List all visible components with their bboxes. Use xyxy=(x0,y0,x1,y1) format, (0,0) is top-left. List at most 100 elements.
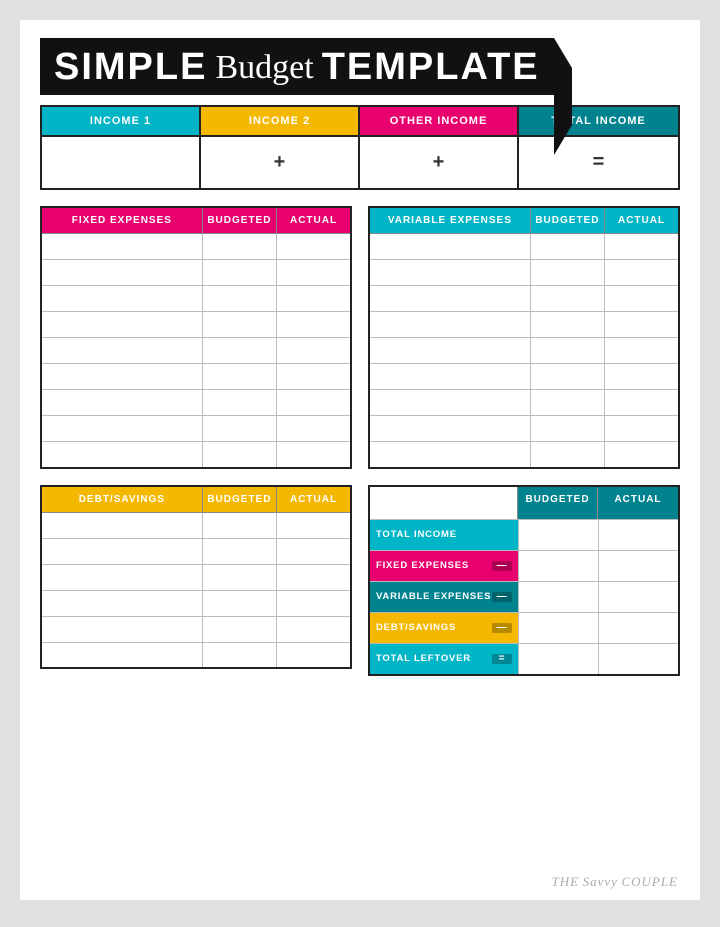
income-equals: = xyxy=(519,137,678,188)
fixed-expense-cell[interactable] xyxy=(202,442,276,468)
summary-budgeted-cell[interactable] xyxy=(518,520,598,550)
summary-budgeted-cell[interactable] xyxy=(518,551,598,581)
variable-expense-cell[interactable] xyxy=(605,442,679,468)
variable-expense-cell[interactable] xyxy=(369,312,530,338)
variable-expense-cell[interactable] xyxy=(369,260,530,286)
fixed-expense-cell[interactable] xyxy=(202,416,276,442)
fixed-expense-cell[interactable] xyxy=(277,312,351,338)
variable-expense-cell[interactable] xyxy=(530,442,604,468)
summary-actual-cell[interactable] xyxy=(598,582,678,612)
summary-actual-cell[interactable] xyxy=(598,644,678,674)
variable-expense-cell[interactable] xyxy=(369,390,530,416)
debt-savings-cell[interactable] xyxy=(277,616,351,642)
debt-savings-cell[interactable] xyxy=(202,590,276,616)
variable-actual-col-header: ACTUAL xyxy=(605,207,679,234)
main-expenses-section: FIXED EXPENSES BUDGETED ACTUAL VARIABLE … xyxy=(40,206,680,469)
debt-savings-cell[interactable] xyxy=(202,512,276,538)
fixed-expense-cell[interactable] xyxy=(277,390,351,416)
fixed-expense-cell[interactable] xyxy=(41,442,202,468)
summary-actual-cell[interactable] xyxy=(598,613,678,643)
variable-expense-cell[interactable] xyxy=(369,338,530,364)
fixed-expenses-table: FIXED EXPENSES BUDGETED ACTUAL xyxy=(40,206,352,469)
variable-expense-cell[interactable] xyxy=(605,234,679,260)
variable-expense-cell[interactable] xyxy=(530,260,604,286)
variable-expense-cell[interactable] xyxy=(369,442,530,468)
variable-expense-cell[interactable] xyxy=(530,364,604,390)
debt-savings-cell[interactable] xyxy=(41,538,202,564)
fixed-expense-cell[interactable] xyxy=(202,338,276,364)
fixed-expense-cell[interactable] xyxy=(41,286,202,312)
summary-budgeted-cell[interactable] xyxy=(518,582,598,612)
variable-expense-cell[interactable] xyxy=(369,364,530,390)
summary-row-label: TOTAL INCOME xyxy=(370,520,518,550)
fixed-expense-cell[interactable] xyxy=(41,312,202,338)
fixed-expense-cell[interactable] xyxy=(277,260,351,286)
fixed-expense-cell[interactable] xyxy=(277,364,351,390)
fixed-expense-cell[interactable] xyxy=(41,338,202,364)
fixed-expense-cell[interactable] xyxy=(41,364,202,390)
debt-savings-cell[interactable] xyxy=(277,512,351,538)
debt-savings-cell[interactable] xyxy=(41,590,202,616)
variable-expense-cell[interactable] xyxy=(530,312,604,338)
debt-savings-table: DEBT/SAVINGS BUDGETED ACTUAL xyxy=(40,485,352,670)
debt-savings-cell[interactable] xyxy=(202,642,276,668)
fixed-expense-cell[interactable] xyxy=(277,416,351,442)
debt-savings-cell[interactable] xyxy=(277,564,351,590)
watermark-suffix: COUPLE xyxy=(621,874,678,889)
fixed-expense-row xyxy=(41,312,351,338)
debt-savings-cell[interactable] xyxy=(277,538,351,564)
fixed-expense-cell[interactable] xyxy=(277,234,351,260)
income-input-row: + + = xyxy=(40,137,680,190)
variable-expense-cell[interactable] xyxy=(605,260,679,286)
variable-expense-cell[interactable] xyxy=(369,234,530,260)
summary-badge: — xyxy=(492,592,512,602)
variable-expense-cell[interactable] xyxy=(605,312,679,338)
fixed-expense-cell[interactable] xyxy=(41,416,202,442)
income1-value[interactable] xyxy=(42,137,201,188)
summary-badge: — xyxy=(492,623,512,633)
fixed-expense-cell[interactable] xyxy=(202,234,276,260)
debt-savings-cell[interactable] xyxy=(41,642,202,668)
fixed-expense-cell[interactable] xyxy=(202,390,276,416)
variable-expense-cell[interactable] xyxy=(369,416,530,442)
fixed-expense-cell[interactable] xyxy=(41,234,202,260)
debt-savings-cell[interactable] xyxy=(202,538,276,564)
debt-savings-cell[interactable] xyxy=(202,564,276,590)
variable-expense-cell[interactable] xyxy=(605,338,679,364)
summary-actual-cell[interactable] xyxy=(598,520,678,550)
fixed-expense-cell[interactable] xyxy=(41,390,202,416)
fixed-expense-cell[interactable] xyxy=(202,312,276,338)
variable-expense-cell[interactable] xyxy=(530,286,604,312)
fixed-expense-cell[interactable] xyxy=(202,364,276,390)
variable-expense-cell[interactable] xyxy=(530,234,604,260)
variable-expense-cell[interactable] xyxy=(530,390,604,416)
fixed-expenses-section: FIXED EXPENSES BUDGETED ACTUAL xyxy=(40,206,352,469)
fixed-expense-cell[interactable] xyxy=(277,338,351,364)
fixed-expense-cell[interactable] xyxy=(202,260,276,286)
debt-savings-row xyxy=(41,538,351,564)
fixed-expense-row xyxy=(41,234,351,260)
debt-savings-cell[interactable] xyxy=(277,590,351,616)
variable-expense-cell[interactable] xyxy=(605,364,679,390)
debt-savings-cell[interactable] xyxy=(41,616,202,642)
summary-header-row: BUDGETED ACTUAL xyxy=(370,487,678,519)
debt-savings-cell[interactable] xyxy=(41,564,202,590)
fixed-expense-cell[interactable] xyxy=(202,286,276,312)
summary-budgeted-cell[interactable] xyxy=(518,613,598,643)
variable-expense-cell[interactable] xyxy=(530,416,604,442)
variable-expense-cell[interactable] xyxy=(605,416,679,442)
summary-row: VARIABLE EXPENSES— xyxy=(370,581,678,612)
debt-savings-cell[interactable] xyxy=(202,616,276,642)
summary-budgeted-cell[interactable] xyxy=(518,644,598,674)
debt-savings-cell[interactable] xyxy=(41,512,202,538)
summary-row-label: VARIABLE EXPENSES— xyxy=(370,582,518,612)
variable-expense-cell[interactable] xyxy=(530,338,604,364)
variable-expense-cell[interactable] xyxy=(605,286,679,312)
fixed-expense-cell[interactable] xyxy=(277,286,351,312)
debt-savings-cell[interactable] xyxy=(277,642,351,668)
variable-expense-cell[interactable] xyxy=(369,286,530,312)
fixed-expense-cell[interactable] xyxy=(41,260,202,286)
variable-expense-cell[interactable] xyxy=(605,390,679,416)
fixed-expense-cell[interactable] xyxy=(277,442,351,468)
summary-actual-cell[interactable] xyxy=(598,551,678,581)
